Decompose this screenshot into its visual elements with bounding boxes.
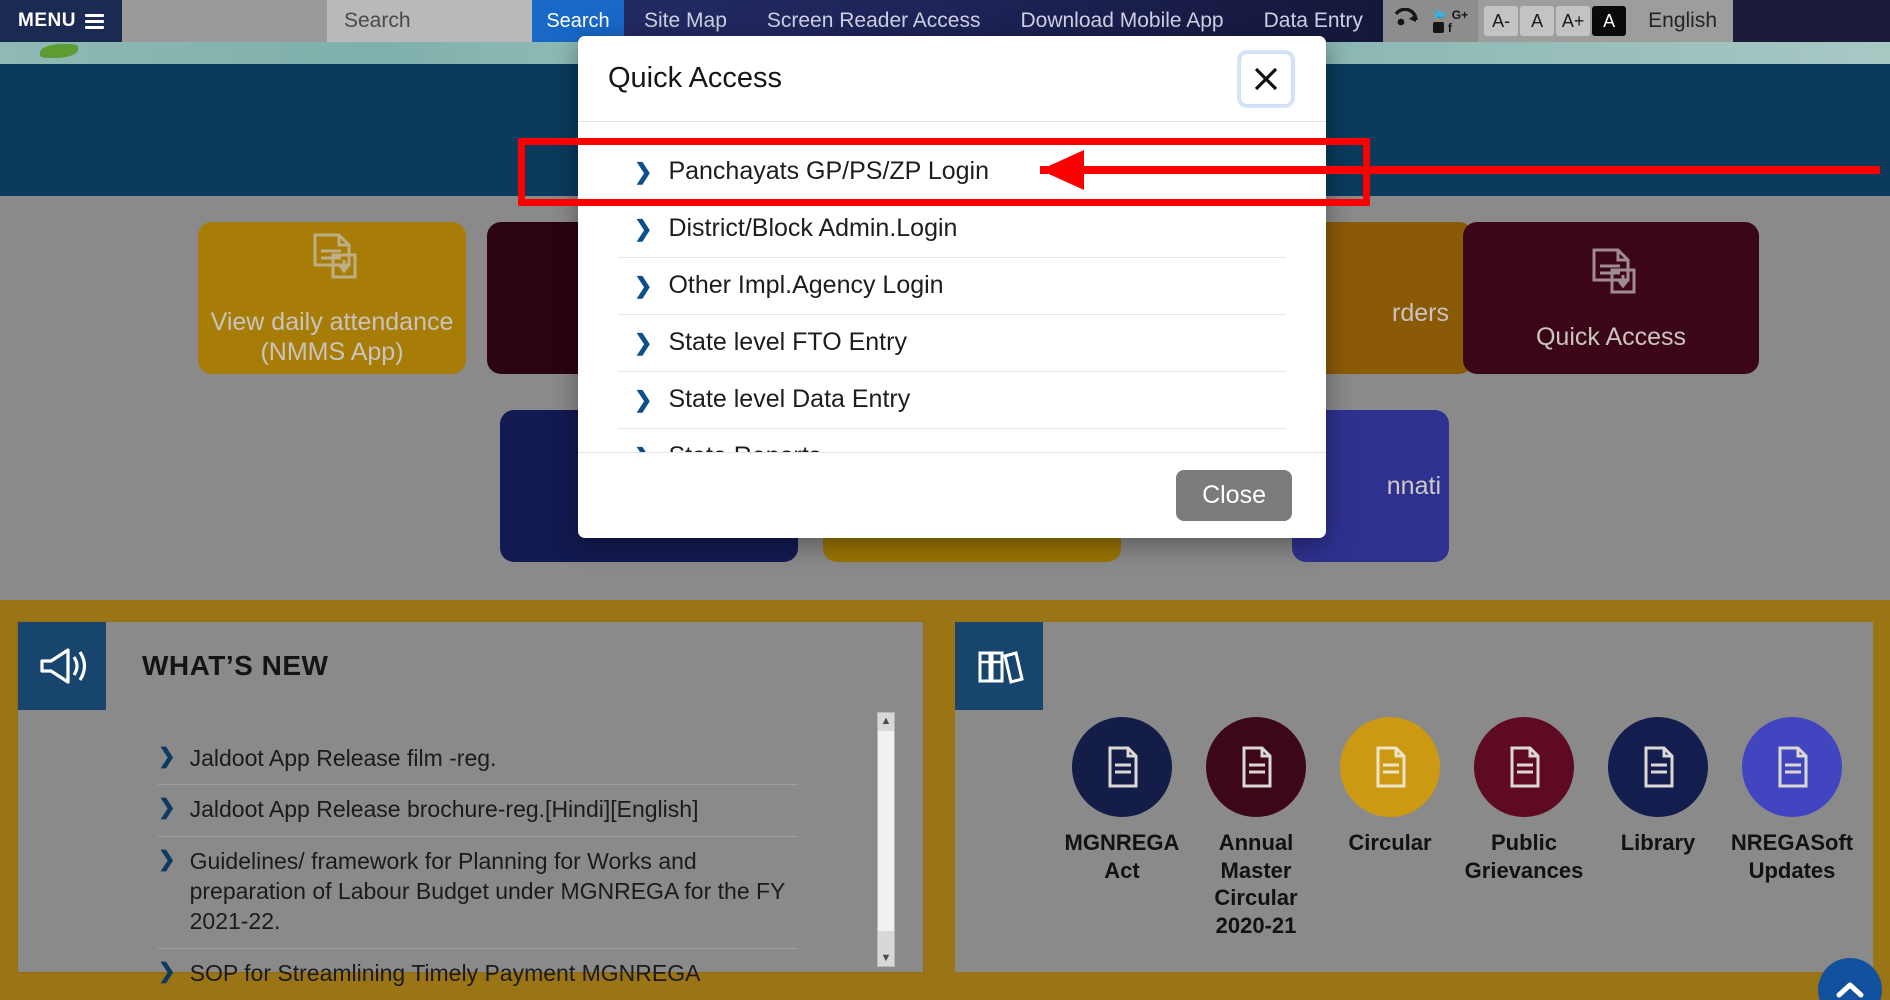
whats-new-title: WHAT’S NEW	[142, 650, 329, 681]
document-download-icon	[1580, 244, 1642, 314]
quick-link-district-block-admin-login[interactable]: ❯ District/Block Admin.Login	[618, 201, 1286, 258]
list-item-label: SOP for Streamlining Timely Payment MGNR…	[189, 959, 701, 986]
list-item-label: Guidelines/ framework for Planning for W…	[189, 847, 785, 935]
library-item-annual-master-circular[interactable]: Annual Master Circular 2020-21	[1189, 717, 1323, 939]
chevron-right-icon: ❯	[634, 272, 653, 298]
google-plus-icon[interactable]: G+	[1452, 9, 1468, 21]
library-item-public-grievances[interactable]: Public Grievances	[1457, 717, 1591, 939]
modal-title: Quick Access	[608, 62, 783, 94]
quick-link-label: State Reports	[668, 442, 821, 452]
document-icon	[1608, 717, 1708, 817]
search-field-wrapper	[327, 0, 532, 42]
tile-label: View daily attendance (NMMS App)	[210, 308, 454, 366]
library-item-label: NREGASoft Updates	[1730, 830, 1854, 883]
modal-body: ❯ Panchayats GP/PS/ZP Login ❯ District/B…	[578, 122, 1326, 452]
tile-label: Quick Access	[1535, 323, 1687, 351]
quick-link-other-impl-agency-login[interactable]: ❯ Other Impl.Agency Login	[618, 258, 1286, 315]
books-icon	[955, 622, 1043, 710]
utility-icons: 🐦 G+ f	[1382, 0, 1479, 42]
quick-link-label: State level FTO Entry	[668, 328, 907, 356]
search-input[interactable]	[327, 0, 532, 42]
list-item-label: Jaldoot App Release brochure-reg.[Hindi]…	[189, 796, 699, 823]
quick-link-label: State level Data Entry	[668, 385, 911, 413]
quick-link-state-level-data-entry[interactable]: ❯ State level Data Entry	[618, 372, 1286, 429]
library-item-list: MGNREGA Act Annual Master Circular 2020-…	[1055, 717, 1859, 939]
chevron-right-icon: ❯	[634, 444, 652, 453]
modal-header: Quick Access	[578, 36, 1326, 122]
library-item-library[interactable]: Library	[1591, 717, 1725, 939]
font-increase-button[interactable]: A+	[1556, 6, 1591, 36]
library-panel: MGNREGA Act Annual Master Circular 2020-…	[955, 622, 1873, 972]
high-contrast-button[interactable]: A	[1592, 6, 1627, 36]
list-item[interactable]: ❯ SOP for Streamlining Timely Payment MG…	[158, 949, 798, 999]
document-icon	[1072, 717, 1172, 817]
list-item-label: Jaldoot App Release film -reg.	[189, 745, 497, 771]
social-icons: 🐦 G+ f	[1427, 9, 1474, 34]
library-item-nregasoft-updates[interactable]: NREGASoft Updates	[1725, 717, 1859, 939]
whats-new-scrollbar[interactable]: ▲ ▼	[877, 712, 895, 967]
chevron-right-icon: ❯	[158, 959, 176, 983]
menu-button[interactable]: MENU	[0, 0, 122, 42]
document-icon	[1742, 717, 1842, 817]
chevron-right-icon: ❯	[158, 847, 176, 871]
quick-link-state-reports[interactable]: ❯ State Reports	[618, 429, 1286, 452]
library-item-label: Circular	[1348, 830, 1432, 855]
audio-replay-icon[interactable]	[1387, 0, 1427, 42]
list-item[interactable]: ❯ Jaldoot App Release film -reg.	[158, 734, 798, 786]
quick-link-state-level-fto-entry[interactable]: ❯ State level FTO Entry	[618, 315, 1286, 372]
close-x-icon[interactable]	[1240, 52, 1292, 105]
library-item-label: MGNREGA Act	[1064, 830, 1180, 883]
leaf-decoration	[40, 44, 78, 58]
scroll-down-arrow-icon[interactable]: ▼	[878, 950, 894, 966]
whats-new-panel: WHAT’S NEW ❯ Jaldoot App Release film -r…	[18, 622, 923, 986]
tile-quick-access[interactable]: Quick Access	[1463, 222, 1759, 374]
document-icon	[1474, 717, 1574, 817]
library-item-label: Library	[1620, 830, 1696, 855]
tile-label: rders	[1392, 298, 1449, 327]
quick-link-panchayats-login[interactable]: ❯ Panchayats GP/PS/ZP Login	[618, 144, 1286, 201]
quick-link-label: Other Impl.Agency Login	[668, 271, 944, 299]
whats-new-list: ❯ Jaldoot App Release film -reg. ❯ Jaldo…	[158, 734, 798, 999]
menu-label: MENU	[18, 10, 76, 31]
tile-view-daily-attendance[interactable]: View daily attendance (NMMS App)	[198, 222, 466, 374]
library-item-circular[interactable]: Circular	[1323, 717, 1457, 939]
scrollbar-thumb[interactable]	[878, 731, 894, 931]
document-icon	[1340, 717, 1440, 817]
font-size-controls: A- A A+ A	[1478, 0, 1633, 42]
document-download-icon	[301, 229, 363, 299]
chevron-right-icon: ❯	[634, 158, 653, 184]
topbar-spacer	[122, 0, 327, 42]
facebook-icon[interactable]: f	[1448, 22, 1452, 34]
chevron-right-icon: ❯	[634, 329, 653, 355]
list-item[interactable]: ❯ Jaldoot App Release brochure-reg.[Hind…	[158, 785, 798, 837]
modal-footer: Close	[578, 452, 1326, 538]
scroll-up-arrow-icon[interactable]: ▲	[878, 713, 894, 729]
document-icon	[1206, 717, 1306, 817]
list-item[interactable]: ❯ Guidelines/ framework for Planning for…	[158, 837, 798, 949]
quick-link-label: Panchayats GP/PS/ZP Login	[668, 157, 989, 185]
hamburger-icon	[84, 13, 104, 29]
chevron-right-icon: ❯	[158, 745, 176, 768]
chevron-right-icon: ❯	[158, 796, 176, 820]
font-normal-button[interactable]: A	[1520, 6, 1555, 36]
library-item-label: Public Grievances	[1464, 830, 1584, 883]
chevron-right-icon: ❯	[634, 386, 653, 412]
language-selector[interactable]: English	[1632, 0, 1734, 42]
megaphone-icon	[18, 622, 106, 710]
youtube-icon[interactable]	[1432, 22, 1444, 33]
twitter-icon[interactable]: 🐦	[1433, 9, 1448, 21]
font-decrease-button[interactable]: A-	[1484, 6, 1519, 36]
close-button[interactable]: Close	[1176, 470, 1292, 521]
chevron-up-icon	[1836, 982, 1864, 998]
chevron-right-icon: ❯	[634, 215, 653, 241]
quick-access-modal: Quick Access ❯ Panchayats GP/PS/ZP Login…	[578, 36, 1326, 538]
quick-link-label: District/Block Admin.Login	[668, 214, 958, 242]
library-item-mgnrega-act[interactable]: MGNREGA Act	[1055, 717, 1189, 939]
library-item-label: Annual Master Circular 2020-21	[1214, 830, 1298, 938]
tile-label: nnati	[1386, 471, 1441, 500]
page-root: MENU Search Site Map Screen Reader Acces…	[0, 0, 1890, 1000]
